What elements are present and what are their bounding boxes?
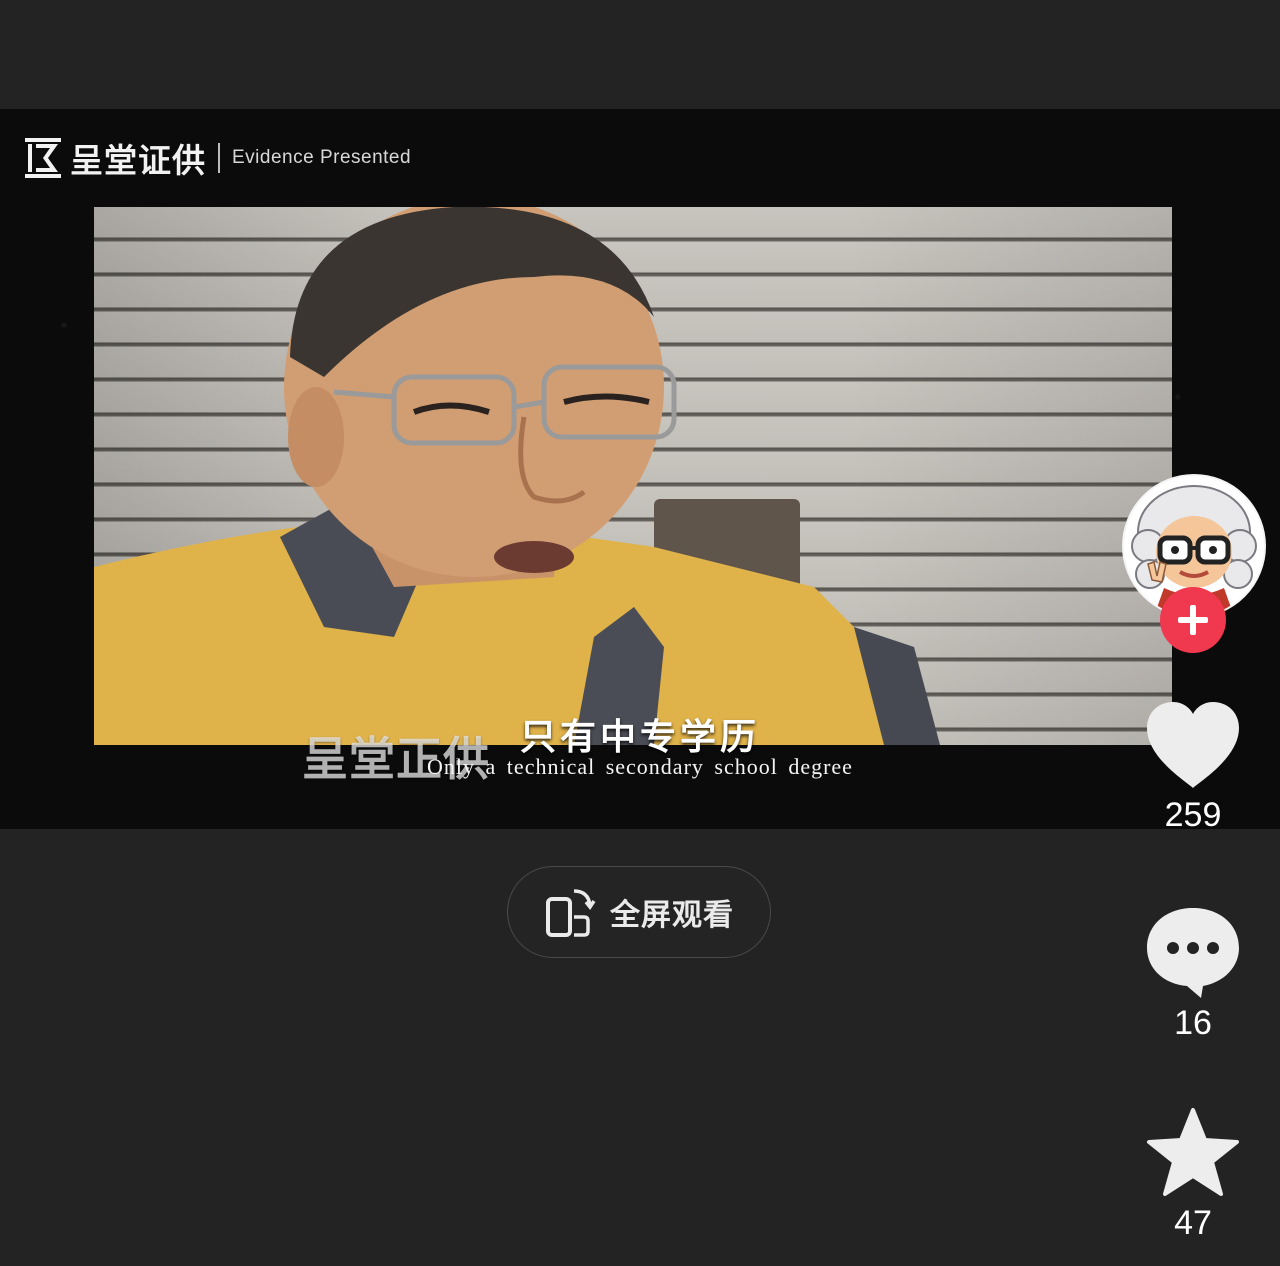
like-count: 259 (1164, 796, 1222, 834)
heart-icon (1147, 702, 1239, 788)
comment-count: 16 (1174, 1004, 1212, 1042)
comment-button[interactable]: 16 (1132, 904, 1254, 1043)
person-figure (94, 207, 940, 745)
fullscreen-label: 全屏观看 (610, 898, 734, 933)
favorite-count: 47 (1174, 1204, 1212, 1242)
video-scene (94, 207, 1172, 745)
follow-button[interactable] (1160, 587, 1226, 653)
plus-icon (1178, 605, 1208, 635)
brand-divider (218, 143, 220, 173)
brand-title-cn: 呈堂证供 (70, 141, 206, 180)
comment-bubble-icon (1147, 908, 1239, 998)
channel-brand: 呈堂证供 Evidence Presented (24, 135, 411, 181)
courthouse-logo-icon (25, 138, 61, 178)
fullscreen-button[interactable]: 全屏观看 (507, 866, 771, 958)
video-player[interactable]: 呈堂证供 Evidence Presented 呈堂正供 只有中专学历 Only… (0, 109, 1280, 829)
creator-avatar-group (1122, 474, 1266, 653)
star-icon (1147, 1108, 1239, 1196)
subtitle-chinese: 只有中专学历 (519, 716, 760, 758)
favorite-button[interactable]: 47 (1132, 1106, 1254, 1243)
subtitle-english: Only a technical secondary school degree (427, 754, 853, 779)
rotate-phone-icon (546, 889, 596, 937)
video-feed-page: 呈堂证供 Evidence Presented 呈堂正供 只有中专学历 Only… (0, 0, 1280, 1266)
like-button[interactable]: 259 (1132, 700, 1254, 835)
brand-title-en: Evidence Presented (232, 147, 412, 168)
